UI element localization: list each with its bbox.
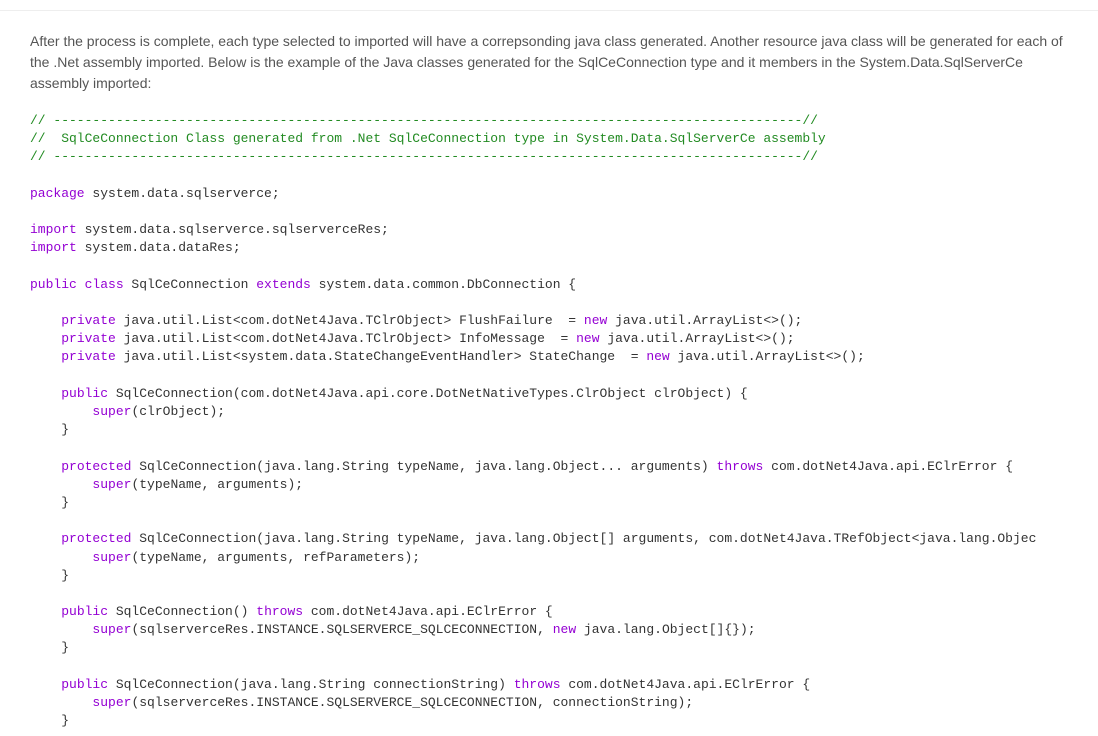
code-content: // -------------------------------------… xyxy=(30,112,1068,730)
code-scroll-area[interactable]: // -------------------------------------… xyxy=(30,112,1068,730)
top-divider xyxy=(0,10,1098,11)
code-block-container: // -------------------------------------… xyxy=(30,112,1068,730)
intro-paragraph: After the process is complete, each type… xyxy=(30,31,1068,94)
